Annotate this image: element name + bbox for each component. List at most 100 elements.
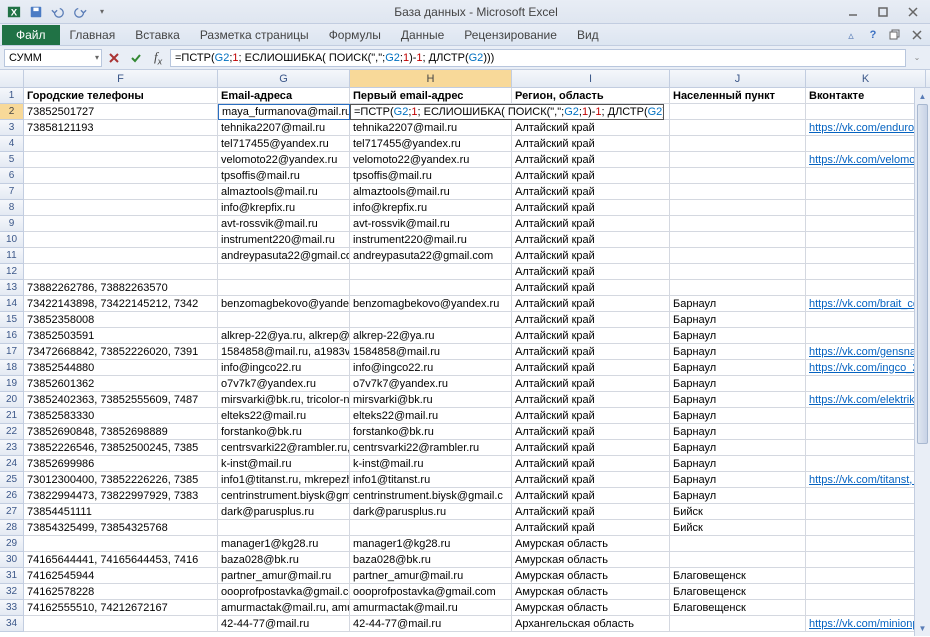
cell[interactable]: Благовещенск: [670, 584, 806, 600]
row-header-25[interactable]: 25: [0, 472, 24, 488]
cell[interactable]: Барнаул: [670, 392, 806, 408]
cell[interactable]: [806, 504, 926, 520]
cell[interactable]: [218, 264, 350, 280]
cell[interactable]: 74162555510, 74212672167: [24, 600, 218, 616]
hyperlink[interactable]: https://vk.com/ingco_22: [809, 362, 925, 374]
cell[interactable]: 73472668842, 73852226020, 7391: [24, 344, 218, 360]
cell[interactable]: tel717455@yandex.ru: [350, 136, 512, 152]
row-header-30[interactable]: 30: [0, 552, 24, 568]
cell[interactable]: [24, 136, 218, 152]
col-header-J[interactable]: J: [670, 70, 806, 87]
cell[interactable]: Барнаул: [670, 376, 806, 392]
cell[interactable]: velomoto22@yandex.ru: [218, 152, 350, 168]
cell[interactable]: [670, 120, 806, 136]
cell[interactable]: baza028@bk.ru: [218, 552, 350, 568]
ribbon-tab-pagelayout[interactable]: Разметка страницы: [190, 25, 319, 45]
cell[interactable]: https://vk.com/brait_com: [806, 296, 926, 312]
row-header-5[interactable]: 5: [0, 152, 24, 168]
cell[interactable]: baza028@bk.ru: [350, 552, 512, 568]
cell[interactable]: https://vk.com/ingco_22: [806, 360, 926, 376]
cell[interactable]: avt-rossvik@mail.ru: [218, 216, 350, 232]
cell[interactable]: Алтайский край: [512, 168, 670, 184]
cell[interactable]: o7v7k7@yandex.ru: [350, 376, 512, 392]
cell[interactable]: o7v7k7@yandex.ru: [218, 376, 350, 392]
cell[interactable]: oooprofpostavka@gmail.com: [218, 584, 350, 600]
cell[interactable]: [806, 280, 926, 296]
ribbon-minimize-icon[interactable]: ▵: [842, 26, 860, 44]
cell[interactable]: [806, 104, 926, 120]
cell[interactable]: info@krepfix.ru: [218, 200, 350, 216]
row-header-12[interactable]: 12: [0, 264, 24, 280]
cell[interactable]: Барнаул: [670, 440, 806, 456]
row-header-24[interactable]: 24: [0, 456, 24, 472]
cell[interactable]: [24, 248, 218, 264]
cell[interactable]: Алтайский край: [512, 264, 670, 280]
row-header-23[interactable]: 23: [0, 440, 24, 456]
formula-input[interactable]: =ПСТР(G2;1; ЕСЛИОШИБКА( ПОИСК(",";G2;1)-…: [170, 49, 906, 67]
file-tab[interactable]: Файл: [2, 25, 60, 45]
qat-dropdown-icon[interactable]: ▾: [92, 2, 112, 22]
cell[interactable]: [806, 424, 926, 440]
cell[interactable]: tehnika2207@mail.ru: [350, 120, 512, 136]
workbook-restore-icon[interactable]: [886, 26, 904, 44]
cell[interactable]: Благовещенск: [670, 568, 806, 584]
redo-icon[interactable]: [70, 2, 90, 22]
cell[interactable]: Барнаул: [670, 424, 806, 440]
name-box[interactable]: СУММ ▾: [4, 49, 102, 67]
cell[interactable]: [218, 312, 350, 328]
cell[interactable]: centrinstrument.biysk@gmail.c: [350, 488, 512, 504]
cell[interactable]: [670, 168, 806, 184]
insert-function-button[interactable]: fx: [148, 49, 168, 67]
hyperlink[interactable]: https://vk.com/velomot: [809, 154, 918, 166]
cell[interactable]: [24, 232, 218, 248]
header-cell[interactable]: Вконтакте: [806, 88, 926, 104]
row-header-13[interactable]: 13: [0, 280, 24, 296]
cell[interactable]: partner_amur@mail.ru: [218, 568, 350, 584]
cell[interactable]: Алтайский край: [512, 216, 670, 232]
cell[interactable]: Барнаул: [670, 328, 806, 344]
cell[interactable]: forstanko@bk.ru: [350, 424, 512, 440]
cell[interactable]: Алтайский край: [512, 344, 670, 360]
cell[interactable]: Алтайский край: [512, 232, 670, 248]
ribbon-tab-view[interactable]: Вид: [567, 25, 609, 45]
cell[interactable]: [806, 536, 926, 552]
cell[interactable]: mirsvarki@bk.ru, tricolor-nsk@: [218, 392, 350, 408]
cell[interactable]: velomoto22@yandex.ru: [350, 152, 512, 168]
cell[interactable]: [24, 184, 218, 200]
cell[interactable]: [350, 520, 512, 536]
cell[interactable]: [806, 376, 926, 392]
cell[interactable]: [670, 248, 806, 264]
cell[interactable]: info@ingco22.ru: [350, 360, 512, 376]
cell[interactable]: Алтайский край: [512, 408, 670, 424]
cell[interactable]: Алтайский край: [512, 328, 670, 344]
cell[interactable]: alkrep-22@ya.ru: [350, 328, 512, 344]
header-cell[interactable]: Первый email-адрес: [350, 88, 512, 104]
cell[interactable]: [806, 600, 926, 616]
cell[interactable]: 73822994473, 73822997929, 7383: [24, 488, 218, 504]
cell[interactable]: [670, 136, 806, 152]
cell[interactable]: 73882262786, 73882263570: [24, 280, 218, 296]
cell[interactable]: [350, 312, 512, 328]
cell[interactable]: elteks22@mail.ru: [218, 408, 350, 424]
scroll-thumb[interactable]: [917, 104, 928, 444]
cell[interactable]: almaztools@mail.ru: [350, 184, 512, 200]
cell[interactable]: Архангельская область: [512, 616, 670, 632]
cell[interactable]: [670, 184, 806, 200]
cell[interactable]: Бийск: [670, 504, 806, 520]
cell[interactable]: [806, 584, 926, 600]
cell[interactable]: Алтайский край: [512, 120, 670, 136]
cell[interactable]: [806, 184, 926, 200]
header-cell[interactable]: Email-адреса: [218, 88, 350, 104]
scroll-up-icon[interactable]: ▲: [915, 88, 930, 104]
cell[interactable]: amurmactak@mail.ru, amurma: [218, 600, 350, 616]
cell[interactable]: Барнаул: [670, 344, 806, 360]
cell[interactable]: 42-44-77@mail.ru: [350, 616, 512, 632]
cell[interactable]: https://vk.com/minionp: [806, 616, 926, 632]
cell[interactable]: Алтайский край: [512, 312, 670, 328]
cell[interactable]: centrsvarki22@rambler.ru, serg: [218, 440, 350, 456]
cell[interactable]: manager1@kg28.ru: [218, 536, 350, 552]
cell[interactable]: mirsvarki@bk.ru: [350, 392, 512, 408]
row-header-6[interactable]: 6: [0, 168, 24, 184]
excel-icon[interactable]: X: [4, 2, 24, 22]
cell[interactable]: [24, 616, 218, 632]
